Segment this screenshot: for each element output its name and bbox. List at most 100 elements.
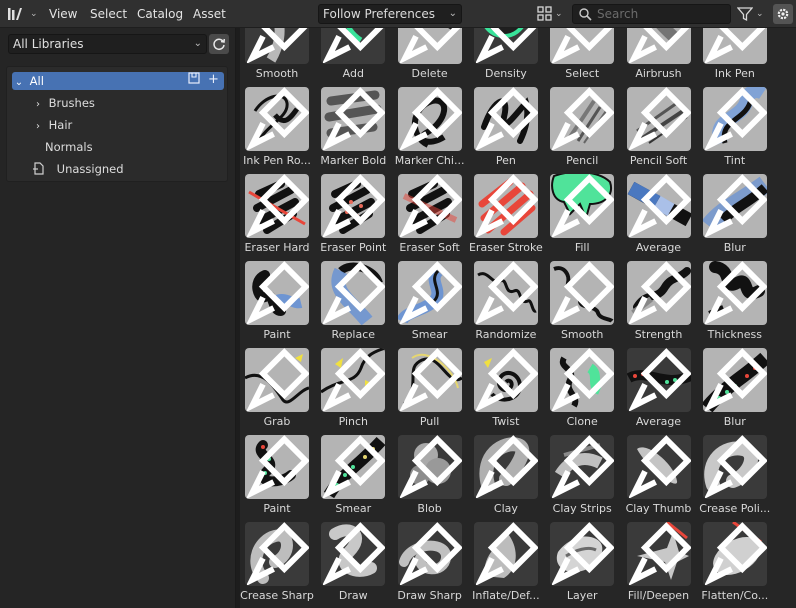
chevron-right-icon[interactable]: › bbox=[31, 96, 45, 114]
asset-tile[interactable]: Delete bbox=[393, 28, 467, 82]
asset-tile[interactable]: Twist bbox=[469, 348, 543, 430]
asset-tile[interactable]: Replace bbox=[316, 261, 390, 343]
asset-tile[interactable]: Grab bbox=[240, 348, 314, 430]
asset-thumbnail bbox=[397, 435, 462, 499]
asset-tile[interactable]: Inflate/Def... bbox=[469, 522, 543, 604]
asset-tile[interactable]: Select bbox=[545, 28, 619, 82]
asset-tile[interactable]: Pen bbox=[469, 87, 543, 169]
asset-tile[interactable]: Strength bbox=[622, 261, 696, 343]
asset-tile[interactable]: Tint bbox=[698, 87, 772, 169]
brush-asset-icon bbox=[475, 261, 538, 324]
asset-tile[interactable]: Ink Pen bbox=[698, 28, 772, 82]
asset-tile[interactable]: Marker Chi... bbox=[393, 87, 467, 169]
asset-label: Eraser Soft bbox=[399, 241, 460, 254]
asset-tile[interactable]: Add bbox=[316, 28, 390, 82]
asset-thumbnail bbox=[321, 522, 386, 586]
asset-tile[interactable]: Blur bbox=[698, 348, 772, 430]
asset-tile[interactable]: Pencil Soft bbox=[622, 87, 696, 169]
asset-thumbnail bbox=[702, 522, 767, 586]
asset-tile[interactable]: Draw Sharp bbox=[393, 522, 467, 604]
chevron-down-icon[interactable]: ⌄ bbox=[12, 74, 26, 92]
asset-tile[interactable]: Pinch bbox=[316, 348, 390, 430]
asset-tile[interactable]: Blob bbox=[393, 435, 467, 517]
new-catalog-icon[interactable] bbox=[188, 72, 200, 90]
asset-tile[interactable]: Pull bbox=[393, 348, 467, 430]
brush-asset-icon bbox=[399, 28, 461, 63]
catalog-item-unassigned[interactable]: Unassigned bbox=[32, 160, 124, 178]
asset-label: Smear bbox=[335, 502, 372, 515]
brush-asset-icon bbox=[247, 28, 308, 63]
asset-label: Crease Poli... bbox=[699, 502, 771, 515]
asset-tile[interactable]: Average bbox=[622, 174, 696, 256]
asset-tile[interactable]: Draw bbox=[316, 522, 390, 604]
asset-tile[interactable]: Crease Poli... bbox=[698, 435, 772, 517]
menu-catalog[interactable]: Catalog bbox=[137, 0, 183, 28]
catalog-item-brushes[interactable]: › Brushes bbox=[31, 94, 95, 112]
library-dropdown[interactable]: All Libraries ⌄ bbox=[8, 34, 207, 54]
asset-tile[interactable]: Marker Bold bbox=[316, 87, 390, 169]
asset-tile[interactable]: Pencil bbox=[545, 87, 619, 169]
asset-thumbnail bbox=[473, 522, 538, 586]
brush-asset-icon bbox=[704, 435, 767, 498]
asset-tile[interactable]: Clone bbox=[545, 348, 619, 430]
asset-browser-icon bbox=[8, 8, 22, 20]
asset-tile[interactable]: Layer bbox=[545, 522, 619, 604]
asset-label: Randomize bbox=[475, 328, 537, 341]
asset-tile[interactable]: Eraser Stroke bbox=[469, 174, 543, 256]
brush-asset-icon bbox=[399, 522, 462, 585]
editor-type-button[interactable]: ⌄ bbox=[6, 4, 40, 24]
asset-thumbnail bbox=[245, 261, 309, 325]
chevron-right-icon[interactable]: › bbox=[31, 118, 45, 136]
asset-tile[interactable]: Eraser Hard bbox=[240, 174, 314, 256]
asset-tile[interactable]: Randomize bbox=[469, 261, 543, 343]
asset-tile[interactable]: Ink Pen Ro... bbox=[240, 87, 314, 169]
asset-tile[interactable]: Eraser Point bbox=[316, 174, 390, 256]
asset-thumbnail bbox=[702, 174, 767, 238]
asset-tile[interactable]: Thickness bbox=[698, 261, 772, 343]
add-catalog-icon[interactable]: + bbox=[208, 71, 219, 89]
library-value: All Libraries bbox=[13, 37, 84, 51]
asset-tile[interactable]: Paint bbox=[240, 435, 314, 517]
import-method-dropdown[interactable]: Follow Preferences ⌄ bbox=[318, 4, 462, 24]
catalog-item-hair[interactable]: › Hair bbox=[31, 116, 72, 134]
display-mode-button[interactable]: ⌄ bbox=[537, 5, 567, 23]
unassigned-file-icon bbox=[33, 162, 44, 175]
asset-tile[interactable]: Smooth bbox=[240, 28, 314, 82]
asset-tile[interactable]: Paint bbox=[240, 261, 314, 343]
asset-tile[interactable]: Crease Sharp bbox=[240, 522, 314, 604]
menu-select[interactable]: Select bbox=[90, 0, 127, 28]
filter-button[interactable]: ⌄ bbox=[737, 4, 769, 24]
catalog-item-all[interactable]: ⌄ All + bbox=[12, 72, 224, 90]
asset-tile[interactable]: Smooth bbox=[545, 261, 619, 343]
asset-thumbnail bbox=[321, 261, 386, 325]
asset-thumbnail bbox=[626, 348, 691, 412]
asset-tile[interactable]: Average bbox=[622, 348, 696, 430]
thumbnail-grid-icon bbox=[537, 6, 552, 21]
asset-tile[interactable]: Clay Strips bbox=[545, 435, 619, 517]
search-placeholder: Search bbox=[597, 7, 639, 21]
asset-tile[interactable]: Blur bbox=[698, 174, 772, 256]
asset-tile[interactable]: Airbrush bbox=[622, 28, 696, 82]
asset-tile[interactable]: Eraser Soft bbox=[393, 174, 467, 256]
asset-tile[interactable]: Flatten/Co... bbox=[698, 522, 772, 604]
asset-tile[interactable]: Smear bbox=[393, 261, 467, 343]
asset-thumbnail bbox=[626, 87, 691, 151]
asset-tile[interactable]: Clay Thumb bbox=[622, 435, 696, 517]
menu-asset[interactable]: Asset bbox=[193, 0, 226, 28]
brush-asset-icon bbox=[704, 87, 767, 150]
preferences-button[interactable] bbox=[773, 4, 793, 24]
asset-label: Clay Thumb bbox=[625, 502, 692, 515]
asset-tile[interactable]: Fill bbox=[545, 174, 619, 256]
asset-label: Flatten/Co... bbox=[701, 589, 769, 602]
asset-label: Marker Bold bbox=[320, 154, 387, 167]
asset-tile[interactable]: Smear bbox=[316, 435, 390, 517]
asset-tile[interactable]: Density bbox=[469, 28, 543, 82]
asset-thumbnail bbox=[702, 28, 767, 64]
menu-view[interactable]: View bbox=[49, 0, 77, 28]
search-field[interactable]: Search bbox=[572, 4, 731, 24]
refresh-library-button[interactable] bbox=[209, 34, 229, 54]
asset-tile[interactable]: Clay bbox=[469, 435, 543, 517]
file-browser-header: ⌄ View Select Catalog Asset Follow Prefe… bbox=[0, 0, 796, 28]
catalog-item-normals[interactable]: Normals bbox=[45, 138, 93, 156]
asset-tile[interactable]: Fill/Deepen bbox=[622, 522, 696, 604]
